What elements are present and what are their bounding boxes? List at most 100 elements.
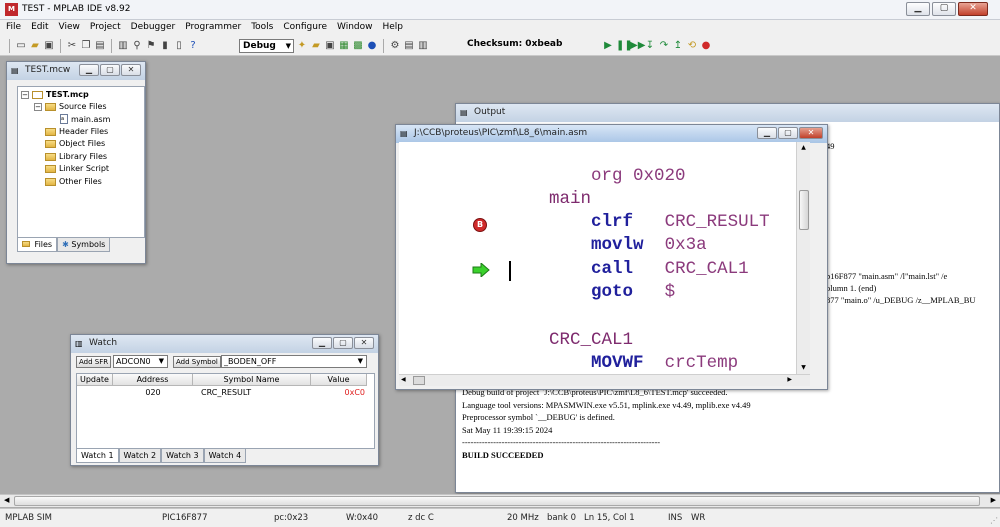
tab-watch-2[interactable]: Watch 2: [118, 449, 162, 463]
tree-node-main-asm[interactable]: a main.asm: [60, 114, 110, 124]
build-config-select[interactable]: Debug ▼: [239, 39, 294, 53]
watch-titlebar[interactable]: ▥ Watch ▁ ▢ ✕: [71, 335, 378, 353]
rebuild-icon[interactable]: ▩: [352, 40, 364, 52]
step-out-icon[interactable]: ↥: [672, 40, 684, 52]
column-header-symbol[interactable]: Symbol Name: [193, 374, 311, 386]
new-file-icon[interactable]: ▭: [15, 40, 27, 52]
editor-titlebar[interactable]: ▤ J:\CCB\proteus\PIC\zmf\L8_6\main.asm ▁…: [396, 125, 827, 143]
menu-configure[interactable]: Configure: [277, 20, 331, 36]
code-line[interactable]: MOVWF crcTemp: [507, 330, 738, 373]
run-icon[interactable]: ▶: [602, 40, 614, 52]
menu-programmer[interactable]: Programmer: [179, 20, 245, 36]
minimize-button[interactable]: ▁: [312, 337, 332, 349]
editor-vertical-scrollbar[interactable]: ▲ ▼: [796, 142, 810, 374]
bookmark-icon[interactable]: ▮: [159, 40, 171, 52]
new-project-icon[interactable]: ✦: [296, 40, 308, 52]
menu-tools[interactable]: Tools: [245, 20, 277, 36]
scroll-right-icon[interactable]: ▶: [991, 496, 996, 504]
code-line[interactable]: clrf CRC_RESULT: [507, 189, 770, 232]
maximize-button[interactable]: ▢: [333, 337, 353, 349]
tree-node-project[interactable]: − TEST.mcp: [21, 90, 89, 99]
code-line[interactable]: movlw 0x3a: [507, 212, 707, 255]
scroll-thumb[interactable]: [799, 190, 809, 230]
menu-view[interactable]: View: [53, 20, 84, 36]
add-symbol-button[interactable]: Add Symbol: [173, 356, 221, 368]
code-line[interactable]: goto $: [507, 259, 675, 302]
code-line[interactable]: CRC_CAL1: [507, 307, 633, 350]
code-line[interactable]: movlw .8: [507, 353, 686, 374]
menu-project[interactable]: Project: [84, 20, 125, 36]
code-line[interactable]: main: [507, 166, 591, 209]
column-header-value[interactable]: Value: [311, 374, 367, 386]
scroll-down-icon[interactable]: ▼: [797, 362, 810, 374]
scroll-right-icon[interactable]: ▶: [787, 376, 792, 383]
output-titlebar[interactable]: ▤ Output: [456, 104, 999, 122]
tree-node-linker-script[interactable]: Linker Script: [45, 164, 109, 173]
tree-node-other-files[interactable]: Other Files: [45, 177, 102, 186]
scroll-up-icon[interactable]: ▲: [797, 142, 810, 154]
tab-symbols[interactable]: ✱ Symbols: [57, 238, 111, 252]
build-icon[interactable]: ▦: [338, 40, 350, 52]
help-icon[interactable]: ?: [187, 40, 199, 52]
halt-icon[interactable]: ❚❚: [616, 40, 633, 52]
column-header-update[interactable]: Update: [77, 374, 113, 386]
menu-window[interactable]: Window: [331, 20, 377, 36]
collapse-icon[interactable]: −: [34, 102, 42, 111]
minimize-button[interactable]: ▁: [906, 2, 930, 16]
column-header-address[interactable]: Address: [113, 374, 193, 386]
workspace-titlebar[interactable]: ▤ TEST.mcw ▁ ▢ ✕: [7, 62, 145, 80]
code-line[interactable]: call CRC_CAL1: [507, 236, 749, 279]
menu-file[interactable]: File: [0, 20, 25, 36]
scroll-thumb[interactable]: [14, 496, 980, 506]
tree-node-library-files[interactable]: Library Files: [45, 152, 107, 161]
save-project-icon[interactable]: ▣: [324, 40, 336, 52]
open-project-icon[interactable]: ▰: [310, 40, 322, 52]
tab-watch-3[interactable]: Watch 3: [161, 449, 204, 463]
tree-node-object-files[interactable]: Object Files: [45, 139, 105, 148]
tree-node-header-files[interactable]: Header Files: [45, 127, 108, 136]
settings-icon[interactable]: ⚙: [389, 40, 401, 52]
symbol-select[interactable]: _BODEN_OFF ▼: [221, 355, 367, 368]
maximize-button[interactable]: ▢: [100, 64, 120, 76]
maximize-button[interactable]: ▢: [778, 127, 798, 139]
main-horizontal-scrollbar[interactable]: ◀ ▶: [0, 494, 1000, 507]
watch-icon[interactable]: ▥: [417, 40, 429, 52]
paste-icon[interactable]: ▤: [94, 40, 106, 52]
tab-files[interactable]: Files: [17, 238, 58, 252]
cut-icon[interactable]: ✂: [66, 40, 78, 52]
scroll-left-icon[interactable]: ◀: [401, 376, 406, 383]
code-line[interactable]: org 0x020: [507, 143, 686, 186]
save-icon[interactable]: ▣: [43, 40, 55, 52]
reset-icon[interactable]: ⟲: [686, 40, 698, 52]
editor-gutter[interactable]: [399, 142, 503, 374]
scroll-thumb[interactable]: [413, 376, 425, 385]
memory-icon[interactable]: ▤: [403, 40, 415, 52]
collapse-icon[interactable]: −: [21, 90, 29, 99]
copy-icon[interactable]: ❐: [80, 40, 92, 52]
tab-watch-4[interactable]: Watch 4: [203, 449, 247, 463]
menu-debugger[interactable]: Debugger: [125, 20, 180, 36]
tab-watch-1[interactable]: Watch 1: [76, 449, 119, 463]
menu-edit[interactable]: Edit: [25, 20, 52, 36]
open-icon[interactable]: ▰: [29, 40, 41, 52]
code-editor[interactable]: org 0x020 main clrf CRC_RESULT movlw 0x3…: [399, 142, 810, 374]
close-button[interactable]: ✕: [958, 2, 988, 16]
scroll-left-icon[interactable]: ◀: [4, 496, 9, 504]
maximize-button[interactable]: ▢: [932, 2, 956, 16]
close-button[interactable]: ✕: [354, 337, 374, 349]
close-button[interactable]: ✕: [121, 64, 141, 76]
minimize-button[interactable]: ▁: [79, 64, 99, 76]
bookmark-next-icon[interactable]: ▯: [173, 40, 185, 52]
add-sfr-button[interactable]: Add SFR: [76, 356, 112, 368]
info-icon[interactable]: ●: [366, 40, 378, 52]
step-over-icon[interactable]: ↷: [658, 40, 670, 52]
tree-node-source-files[interactable]: − Source Files: [34, 102, 107, 111]
breakpoint-icon[interactable]: B: [473, 218, 487, 232]
minimize-button[interactable]: ▁: [757, 127, 777, 139]
breakpoints-icon[interactable]: ●: [700, 40, 712, 52]
resize-grip-icon[interactable]: ⋰: [990, 516, 998, 525]
step-into-icon[interactable]: ↧: [644, 40, 656, 52]
menu-help[interactable]: Help: [377, 20, 408, 36]
animate-icon[interactable]: ▶▶: [630, 40, 645, 52]
print-icon[interactable]: ▥: [117, 40, 129, 52]
